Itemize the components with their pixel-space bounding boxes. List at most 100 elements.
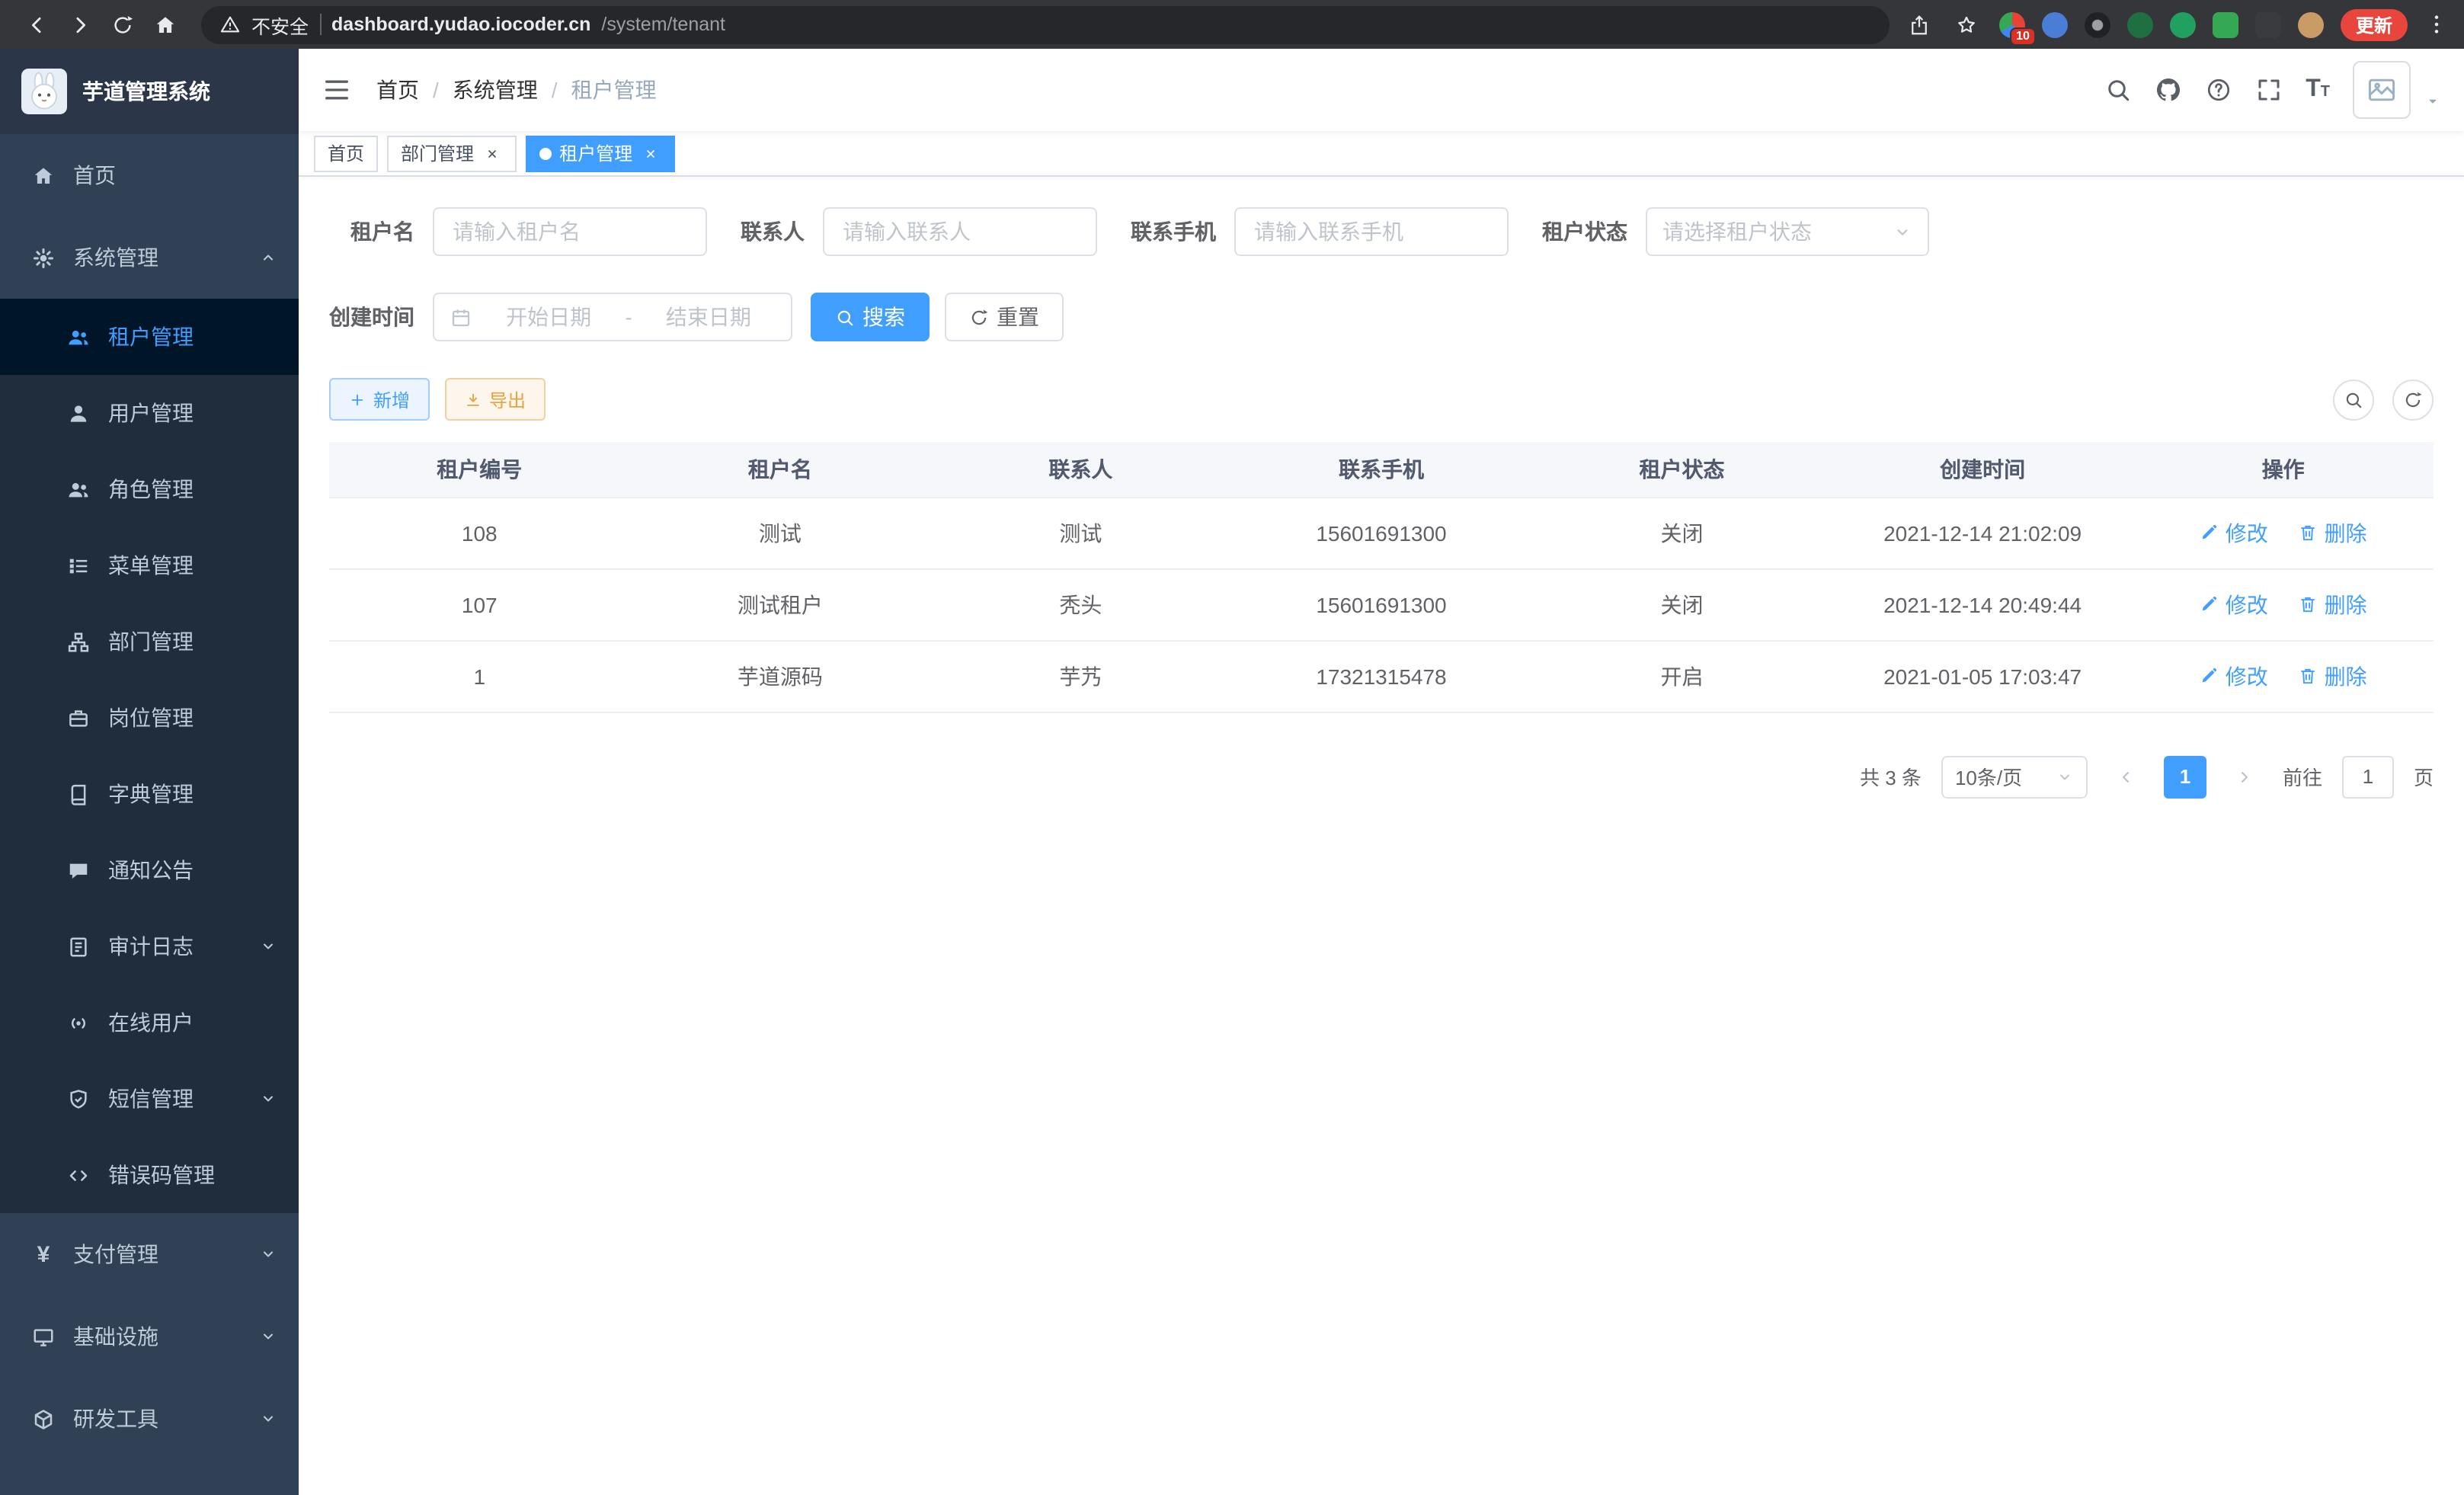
sidebar-item-infra[interactable]: 基础设施 — [0, 1295, 299, 1378]
export-button[interactable]: 导出 — [445, 378, 546, 421]
pencil-icon — [2200, 594, 2219, 614]
tab-tenant[interactable]: 租户管理 — [526, 135, 675, 171]
sidebar-item-home[interactable]: 首页 — [0, 134, 299, 216]
status-select-placeholder: 请选择租户状态 — [1662, 216, 1812, 247]
extension-icon[interactable] — [2298, 11, 2324, 37]
close-icon[interactable] — [482, 142, 503, 164]
sidebar-item-audit-log[interactable]: 审计日志 — [0, 908, 299, 984]
status-select[interactable]: 请选择租户状态 — [1646, 207, 1929, 256]
browser-home-button[interactable] — [143, 3, 186, 46]
sidebar-item-user[interactable]: 用户管理 — [0, 375, 299, 451]
cell-tenant-id: 1 — [329, 640, 630, 712]
chevron-up-icon — [259, 248, 277, 267]
url-divider — [319, 14, 321, 35]
search-button[interactable]: 搜索 — [811, 293, 930, 341]
sidebar-item-label: 首页 — [73, 160, 116, 190]
goto-page-input[interactable] — [2342, 755, 2394, 798]
page-size-select[interactable]: 10条/页 — [1941, 755, 2088, 798]
reset-button[interactable]: 重置 — [945, 293, 1064, 341]
edit-button[interactable]: 修改 — [2200, 589, 2268, 619]
extension-icon[interactable] — [2213, 11, 2238, 37]
extension-icon[interactable]: 10 — [1999, 11, 2025, 37]
github-icon[interactable] — [2155, 76, 2182, 104]
sidebar-item-label: 通知公告 — [108, 855, 194, 885]
sidebar-item-pay[interactable]: ¥ 支付管理 — [0, 1213, 299, 1295]
sidebar-item-label: 研发工具 — [73, 1404, 158, 1434]
sidebar-item-notice[interactable]: 通知公告 — [0, 832, 299, 908]
pagination: 共 3 条 10条/页 1 前往 页 — [329, 755, 2434, 798]
monitor-icon — [32, 1325, 55, 1348]
sidebar-item-system[interactable]: 系统管理 — [0, 216, 299, 299]
page-number-current[interactable]: 1 — [2164, 755, 2206, 798]
browser-update-button[interactable]: 更新 — [2341, 8, 2408, 40]
mobile-input[interactable] — [1234, 207, 1509, 256]
trash-icon — [2299, 666, 2318, 686]
chevron-left-icon — [2115, 766, 2136, 787]
avatar[interactable] — [2353, 61, 2411, 119]
breadcrumb-separator: / — [433, 78, 439, 102]
sidebar-item-dict[interactable]: 字典管理 — [0, 756, 299, 832]
fullscreen-icon[interactable] — [2255, 76, 2283, 104]
prev-page-button[interactable] — [2107, 755, 2144, 798]
edit-button[interactable]: 修改 — [2200, 661, 2268, 691]
delete-button[interactable]: 删除 — [2299, 661, 2367, 691]
create-time-range-picker[interactable]: 开始日期 - 结束日期 — [433, 293, 792, 341]
sidebar-item-sms[interactable]: 短信管理 — [0, 1061, 299, 1137]
sidebar-item-role[interactable]: 角色管理 — [0, 451, 299, 527]
book-icon — [67, 783, 90, 805]
cell-mobile: 15601691300 — [1231, 568, 1532, 640]
sidebar-item-menu[interactable]: 菜单管理 — [0, 527, 299, 603]
extension-icon[interactable] — [2085, 11, 2110, 37]
tenant-name-input[interactable] — [433, 207, 707, 256]
sidebar-item-online-user[interactable]: 在线用户 — [0, 984, 299, 1061]
cell-contact: 测试 — [930, 497, 1231, 568]
app-logo[interactable]: 芋道管理系统 — [0, 49, 299, 134]
add-button[interactable]: 新增 — [329, 378, 430, 421]
sidebar-item-post[interactable]: 岗位管理 — [0, 680, 299, 756]
tab-label: 租户管理 — [559, 140, 632, 166]
delete-button[interactable]: 删除 — [2299, 517, 2367, 548]
sidebar-item-dept[interactable]: 部门管理 — [0, 603, 299, 680]
mobile-label: 联系手机 — [1131, 216, 1234, 247]
extension-icon[interactable] — [2255, 11, 2281, 37]
close-icon[interactable] — [640, 142, 661, 164]
breadcrumb-item-home[interactable]: 首页 — [376, 75, 419, 105]
breadcrumb-item-system[interactable]: 系统管理 — [453, 75, 538, 105]
sidebar-item-devtools[interactable]: 研发工具 — [0, 1378, 299, 1460]
avatar-caret-down-icon[interactable] — [2424, 92, 2441, 109]
search-icon[interactable] — [2104, 76, 2132, 104]
toggle-search-button[interactable] — [2333, 379, 2374, 420]
forward-icon — [68, 13, 91, 36]
table-row: 1 芋道源码 芋艿 17321315478 开启 2021-01-05 17:0… — [329, 640, 2434, 712]
browser-menu-icon[interactable] — [2424, 12, 2449, 37]
font-size-icon[interactable]: TT — [2306, 76, 2330, 104]
address-bar[interactable]: 不安全 dashboard.yudao.iocoder.cn/system/te… — [201, 5, 1890, 43]
tab-home[interactable]: 首页 — [314, 135, 378, 171]
column-header-status: 租户状态 — [1531, 442, 1832, 497]
extension-icon[interactable] — [2127, 11, 2153, 37]
cell-mobile: 17321315478 — [1231, 640, 1532, 712]
browser-back-button[interactable] — [15, 3, 58, 46]
extension-icon[interactable] — [2042, 11, 2068, 37]
share-button[interactable] — [1905, 3, 1935, 46]
sidebar-item-tenant[interactable]: 租户管理 — [0, 299, 299, 375]
edit-button[interactable]: 修改 — [2200, 517, 2268, 548]
sidebar-item-error-code[interactable]: 错误码管理 — [0, 1137, 299, 1213]
calendar-icon — [450, 306, 472, 328]
user-icon — [67, 402, 90, 424]
delete-button[interactable]: 删除 — [2299, 589, 2367, 619]
browser-reload-button[interactable] — [101, 3, 143, 46]
bookmark-button[interactable] — [1952, 3, 1982, 46]
help-icon[interactable] — [2205, 76, 2232, 104]
trash-icon — [2299, 523, 2318, 543]
chevron-down-icon — [1893, 222, 1912, 242]
breadcrumb: 首页 / 系统管理 / 租户管理 — [376, 75, 657, 105]
tab-dept[interactable]: 部门管理 — [387, 135, 517, 171]
sidebar-item-label: 菜单管理 — [108, 550, 194, 581]
next-page-button[interactable] — [2226, 755, 2263, 798]
extension-icon[interactable] — [2170, 11, 2196, 37]
contact-input[interactable] — [823, 207, 1097, 256]
sidebar-toggle-icon[interactable] — [322, 75, 352, 105]
browser-forward-button[interactable] — [58, 3, 101, 46]
refresh-table-button[interactable] — [2392, 379, 2434, 420]
